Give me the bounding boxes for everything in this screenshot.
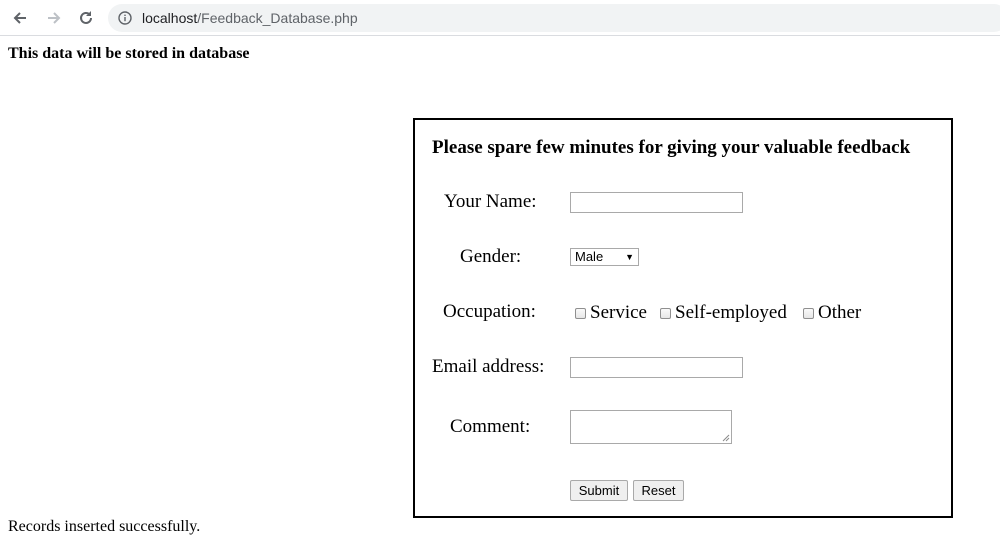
service-label: Service xyxy=(590,302,647,323)
name-input[interactable] xyxy=(570,192,743,213)
url-host: localhost xyxy=(142,10,198,26)
comment-textarea[interactable] xyxy=(570,410,732,444)
other-checkbox[interactable] xyxy=(803,307,814,319)
back-button[interactable] xyxy=(8,6,32,30)
occupation-option-service[interactable]: Service xyxy=(575,301,647,325)
occupation-option-self-employed[interactable]: Self-employed xyxy=(660,301,787,325)
reload-button[interactable] xyxy=(74,6,98,30)
browser-toolbar: localhost/Feedback_Database.php xyxy=(0,0,1000,36)
back-arrow-icon xyxy=(13,12,26,24)
info-icon[interactable] xyxy=(118,11,132,25)
address-bar[interactable]: localhost/Feedback_Database.php xyxy=(108,4,1000,32)
url-text[interactable]: localhost/Feedback_Database.php xyxy=(142,9,358,27)
service-checkbox[interactable] xyxy=(575,307,586,319)
other-label: Other xyxy=(818,302,862,323)
gender-selected-value: Male xyxy=(575,249,604,264)
submit-button[interactable]: Submit xyxy=(570,480,628,501)
status-message: Records inserted successfully. xyxy=(8,518,201,535)
reset-button[interactable]: Reset xyxy=(633,480,684,501)
self-employed-checkbox[interactable] xyxy=(660,307,671,319)
resize-grip-icon[interactable] xyxy=(722,434,730,442)
dropdown-arrow-icon: ▼ xyxy=(625,252,634,262)
self-employed-label: Self-employed xyxy=(675,302,787,323)
feedback-form: Please spare few minutes for giving your… xyxy=(413,118,953,518)
gender-label: Gender: xyxy=(460,246,522,267)
email-label: Email address: xyxy=(432,356,545,377)
reload-icon xyxy=(80,11,92,24)
url-path: /Feedback_Database.php xyxy=(197,10,358,26)
name-label: Your Name: xyxy=(444,191,537,212)
forward-button[interactable] xyxy=(42,6,66,30)
forward-arrow-icon xyxy=(48,12,61,24)
form-title: Please spare few minutes for giving your… xyxy=(432,137,911,158)
gender-select[interactable]: Male ▼ xyxy=(570,248,639,266)
storage-notice: This data will be stored in database xyxy=(8,45,250,62)
occupation-label: Occupation: xyxy=(443,301,536,322)
comment-label: Comment: xyxy=(450,416,531,437)
email-input[interactable] xyxy=(570,357,743,378)
occupation-option-other[interactable]: Other xyxy=(803,301,861,325)
